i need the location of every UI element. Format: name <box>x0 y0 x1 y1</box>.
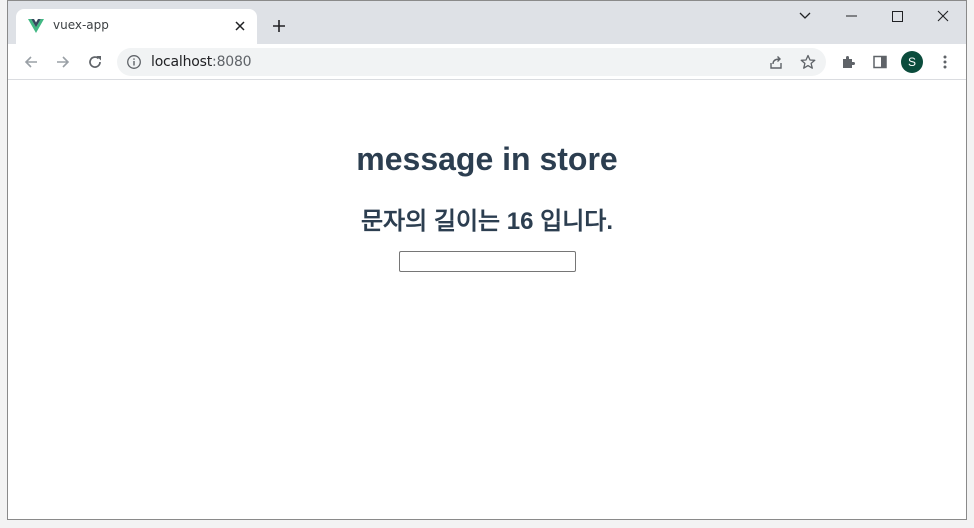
tab-title: vuex-app <box>53 18 109 32</box>
address-bar[interactable]: localhost:8080 <box>117 48 826 76</box>
browser-toolbar: localhost:8080 S <box>8 44 966 80</box>
url-host: localhost <box>151 54 213 70</box>
chevron-down-icon <box>799 12 811 19</box>
close-tab-button[interactable] <box>231 17 249 35</box>
new-tab-button[interactable] <box>268 15 290 37</box>
page-content: message in store 문자의 길이는 16 입니다. <box>8 81 966 519</box>
share-icon <box>770 56 782 69</box>
arrow-left-icon <box>24 56 37 68</box>
maximize-button[interactable] <box>874 1 920 31</box>
minimize-button[interactable] <box>828 1 874 31</box>
tab-vuex-app[interactable]: vuex-app <box>16 9 257 44</box>
close-window-button[interactable] <box>920 1 966 31</box>
message-length-text: 문자의 길이는 16 입니다. <box>360 208 614 235</box>
minimize-icon <box>845 15 857 17</box>
plus-icon <box>273 20 285 32</box>
share-button[interactable] <box>763 49 789 75</box>
close-icon <box>937 10 949 22</box>
side-panel-icon <box>873 55 887 69</box>
extensions-button[interactable] <box>835 49 861 75</box>
tab-search-button[interactable] <box>782 1 828 31</box>
tab-strip: vuex-app <box>8 1 966 44</box>
message-input[interactable] <box>399 251 576 272</box>
reload-button[interactable] <box>82 49 108 75</box>
url-text[interactable]: localhost:8080 <box>151 54 252 70</box>
profile-avatar[interactable]: S <box>901 51 923 73</box>
star-icon <box>800 54 816 69</box>
page-title: message in store <box>356 141 618 177</box>
url-port: :8080 <box>212 54 252 70</box>
browser-window: vuex-app localhost:8080 S message in sto… <box>7 0 967 520</box>
puzzle-icon <box>843 56 855 68</box>
back-button[interactable] <box>18 49 44 75</box>
maximize-icon <box>891 10 903 22</box>
vue-logo-icon <box>28 19 44 33</box>
info-icon[interactable] <box>126 54 142 70</box>
arrow-right-icon <box>57 56 70 68</box>
bookmark-button[interactable] <box>795 49 821 75</box>
close-icon <box>235 21 245 31</box>
kebab-menu-icon <box>943 55 947 69</box>
reload-icon <box>89 56 101 68</box>
forward-button[interactable] <box>50 49 76 75</box>
menu-button[interactable] <box>932 49 958 75</box>
side-panel-button[interactable] <box>867 49 893 75</box>
